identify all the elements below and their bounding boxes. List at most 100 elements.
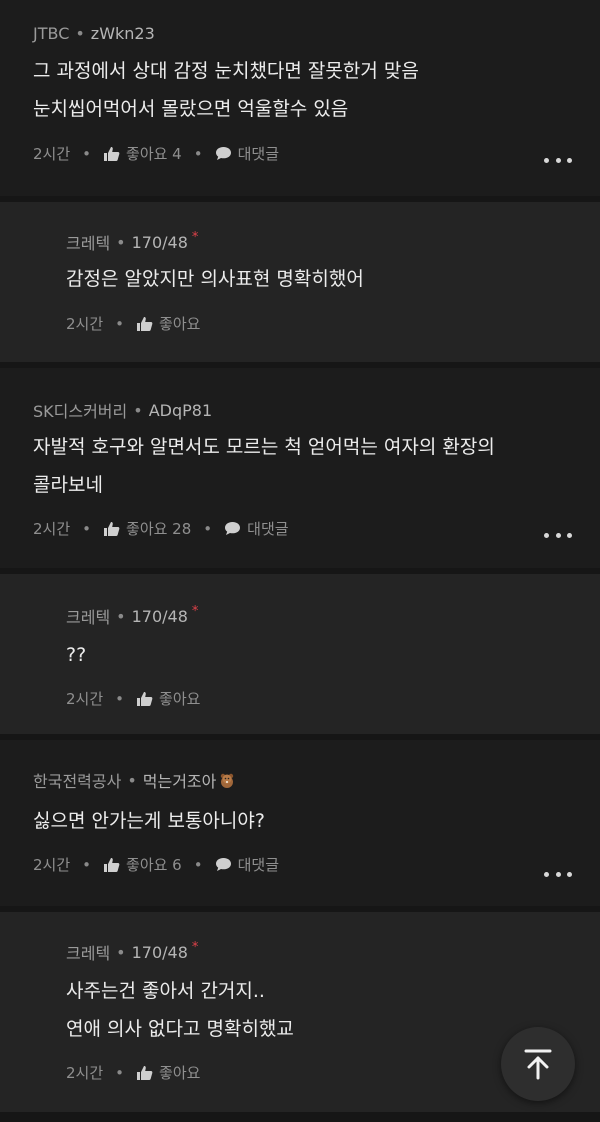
action-separator: • bbox=[115, 1063, 125, 1082]
comment-text: ?? bbox=[66, 636, 86, 674]
action-separator: • bbox=[193, 855, 203, 874]
more-options-button[interactable] bbox=[544, 531, 572, 539]
like-label: 좋아요 bbox=[159, 315, 201, 333]
comment-meta: 크레텍 • 170/48 * bbox=[66, 230, 198, 254]
meta-separator: • bbox=[116, 942, 126, 962]
comment-actions: 2시간 • 좋아요 bbox=[66, 1062, 200, 1083]
more-dot bbox=[567, 532, 572, 538]
action-separator: • bbox=[193, 144, 203, 163]
comment-text: 싫으면 안가는게 보통아니야? bbox=[33, 802, 265, 840]
reply-button[interactable]: 대댓글 bbox=[215, 854, 279, 875]
reply-item: 크레텍 • 170/48 * 감정은 알았지만 의사표현 명확히했어 2시간 •… bbox=[0, 202, 600, 362]
company-label: 크레텍 bbox=[66, 234, 111, 253]
action-separator: • bbox=[203, 519, 213, 538]
action-separator: • bbox=[115, 689, 125, 708]
comment-text: 감정은 알았지만 의사표현 명확히했어 bbox=[66, 260, 364, 298]
company-label: JTBC bbox=[33, 24, 70, 43]
comment-meta: 크레텍 • 170/48 * bbox=[66, 604, 198, 628]
comment-line: ?? bbox=[66, 644, 87, 666]
more-dot bbox=[567, 157, 572, 163]
scroll-to-top-button[interactable] bbox=[501, 1027, 575, 1101]
meta-separator: • bbox=[133, 400, 143, 420]
nickname[interactable]: 170/48 bbox=[132, 943, 188, 962]
comment-meta: SK디스커버리 • ADqP81 bbox=[33, 398, 212, 422]
comment-item: SK디스커버리 • ADqP81 자발적 호구와 알면서도 모르는 척 얻어먹는… bbox=[0, 368, 600, 568]
comment-list: JTBC • zWkn23 그 과정에서 상대 감정 눈치챘다면 잘못한거 맞음… bbox=[0, 0, 600, 1122]
reply-label: 대댓글 bbox=[247, 520, 289, 538]
like-button[interactable]: 좋아요 6 bbox=[103, 854, 182, 875]
like-label: 좋아요 bbox=[159, 690, 201, 708]
action-separator: • bbox=[115, 314, 125, 333]
comment-line: 연애 의사 없다고 명확히했교 bbox=[66, 1018, 294, 1040]
company-label: 한국전력공사 bbox=[33, 772, 122, 791]
arrow-up-to-top-icon bbox=[524, 1049, 552, 1080]
comment-item: 한국전력공사 • 먹는거조아 싫으면 안가는게 보통아니야? 2시간 • 좋아요… bbox=[0, 740, 600, 906]
timestamp: 2시간 bbox=[33, 145, 71, 163]
op-star-icon: * bbox=[191, 939, 199, 955]
timestamp: 2시간 bbox=[66, 690, 104, 708]
like-label: 좋아요 6 bbox=[126, 856, 182, 874]
op-star-icon: * bbox=[191, 603, 199, 619]
reply-label: 대댓글 bbox=[237, 145, 279, 163]
like-button[interactable]: 좋아요 28 bbox=[103, 518, 191, 539]
thumbs-up-icon bbox=[104, 146, 120, 161]
comment-actions: 2시간 • 좋아요 4 • 대댓글 bbox=[33, 143, 279, 164]
comment-actions: 2시간 • 좋아요 28 • 대댓글 bbox=[33, 518, 289, 539]
reply-button[interactable]: 대댓글 bbox=[224, 518, 289, 539]
comment-text: 그 과정에서 상대 감정 눈치챘다면 잘못한거 맞음 눈치씹어먹어서 몰랐으면 … bbox=[33, 52, 419, 128]
comment-text: 자발적 호구와 알면서도 모르는 척 얻어먹는 여자의 환장의 콜라보네 bbox=[33, 428, 495, 504]
more-dot bbox=[555, 532, 561, 538]
more-options-button[interactable] bbox=[544, 870, 572, 878]
thumbs-up-icon bbox=[137, 316, 153, 331]
meta-separator: • bbox=[116, 606, 126, 626]
comment-line: 사주는건 좋아서 간거지.. bbox=[66, 980, 265, 1002]
nickname[interactable]: 170/48 bbox=[132, 233, 188, 252]
action-separator: • bbox=[82, 855, 92, 874]
more-dots-icon bbox=[544, 157, 549, 163]
company-label: SK디스커버리 bbox=[33, 402, 128, 421]
reply-label: 대댓글 bbox=[237, 856, 279, 874]
company-label: 크레텍 bbox=[66, 608, 111, 627]
like-button[interactable]: 좋아요 bbox=[136, 1062, 200, 1083]
comment-actions: 2시간 • 좋아요 6 • 대댓글 bbox=[33, 854, 279, 875]
timestamp: 2시간 bbox=[66, 315, 104, 333]
comment-meta: 크레텍 • 170/48 * bbox=[66, 940, 198, 964]
chat-bubble-icon bbox=[215, 147, 231, 160]
like-button[interactable]: 좋아요 bbox=[136, 688, 200, 709]
like-label: 좋아요 4 bbox=[126, 145, 182, 163]
comment-text: 사주는건 좋아서 간거지.. 연애 의사 없다고 명확히했교 bbox=[66, 972, 294, 1048]
comment-line: 콜라보네 bbox=[33, 474, 103, 496]
timestamp: 2시간 bbox=[33, 856, 71, 874]
more-dot bbox=[555, 157, 561, 163]
comment-meta: 한국전력공사 • 먹는거조아 bbox=[33, 768, 236, 792]
timestamp: 2시간 bbox=[66, 1064, 104, 1082]
company-label: 크레텍 bbox=[66, 944, 111, 963]
more-dot bbox=[555, 871, 561, 877]
nickname[interactable]: ADqP81 bbox=[149, 401, 212, 420]
nickname[interactable]: zWkn23 bbox=[91, 24, 155, 43]
meta-separator: • bbox=[75, 24, 85, 43]
action-separator: • bbox=[82, 144, 92, 163]
like-label: 좋아요 28 bbox=[126, 520, 192, 538]
reply-button[interactable]: 대댓글 bbox=[215, 143, 279, 164]
nickname[interactable]: 먹는거조아 bbox=[143, 768, 217, 792]
comment-actions: 2시간 • 좋아요 bbox=[66, 688, 200, 709]
like-label: 좋아요 bbox=[159, 1064, 201, 1082]
more-options-button[interactable] bbox=[544, 156, 572, 164]
comment-line: 그 과정에서 상대 감정 눈치챘다면 잘못한거 맞음 bbox=[33, 60, 419, 82]
comment-line: 눈치씹어먹어서 몰랐으면 억울할수 있음 bbox=[33, 98, 349, 120]
comment-line: 감정은 알았지만 의사표현 명확히했어 bbox=[66, 268, 364, 290]
comment-item: JTBC • zWkn23 그 과정에서 상대 감정 눈치챘다면 잘못한거 맞음… bbox=[0, 0, 600, 196]
more-dots-icon bbox=[544, 871, 549, 877]
like-button[interactable]: 좋아요 bbox=[136, 313, 200, 334]
chat-bubble-icon bbox=[215, 858, 231, 871]
meta-separator: • bbox=[127, 770, 137, 790]
like-button[interactable]: 좋아요 4 bbox=[103, 143, 182, 164]
nickname[interactable]: 170/48 bbox=[132, 607, 188, 626]
timestamp: 2시간 bbox=[33, 520, 71, 538]
more-dots-icon bbox=[544, 532, 549, 538]
comment-meta: JTBC • zWkn23 bbox=[33, 24, 155, 43]
thumbs-up-icon bbox=[137, 691, 153, 706]
chat-bubble-icon bbox=[225, 522, 241, 535]
comment-actions: 2시간 • 좋아요 bbox=[66, 313, 200, 334]
